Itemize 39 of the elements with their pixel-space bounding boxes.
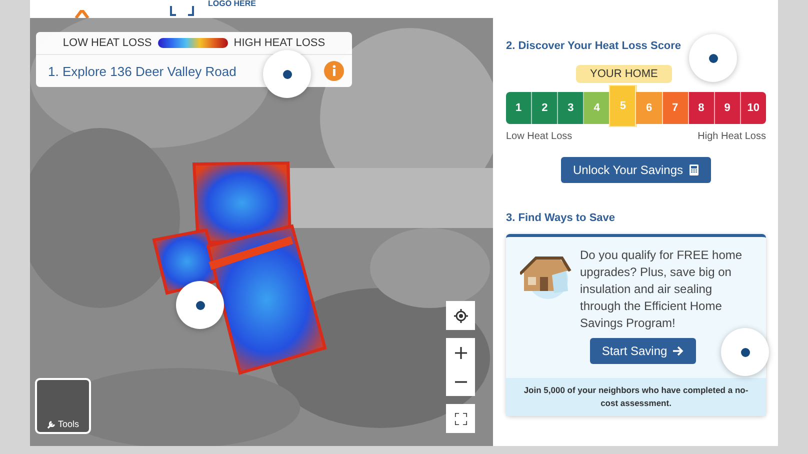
arrow-right-icon [673,346,684,356]
explore-address-title: 1. Explore 136 Deer Valley Road [48,64,236,78]
start-saving-button[interactable]: Start Saving [590,338,696,364]
minus-icon [454,380,466,382]
neighbors-note: Join 5,000 of your neighbors who have completed a no-cost assessment. [506,378,766,416]
low-heat-loss-label: Low Heat Loss [506,131,572,142]
logo-text: LOGO HERE [208,0,256,10]
wrench-icon [46,420,56,429]
heat-gradient-bar [158,38,228,48]
unlock-savings-button[interactable]: Unlock Your Savings [560,157,712,183]
score-segment: 8 [688,92,715,124]
score-segment: 6 [636,92,663,124]
fullscreen-button[interactable] [446,404,475,433]
calculator-icon [689,164,700,176]
save-heading: 3. Find Ways to Save [506,212,616,224]
zoom-in-button[interactable] [446,338,475,367]
tools-button[interactable]: Tools [35,378,91,434]
locate-button[interactable] [446,301,475,330]
score-segment: 10 [740,92,766,124]
score-heading: 2. Discover Your Heat Loss Score [506,40,682,52]
score-segment: 7 [662,92,689,124]
crosshair-icon [454,308,468,322]
legend-high-label: HIGH HEAT LOSS [234,37,326,49]
logo-frame-icon [170,6,194,16]
touch-indicator [689,34,737,82]
zoom-out-button[interactable] [446,367,475,396]
score-segment: 5 [610,86,636,126]
fullscreen-icon [454,412,466,424]
legend-low-label: LOW HEAT LOSS [62,37,152,49]
savings-description: Do you qualify for FREE home upgrades? Plus, save big on insulation and air sealing through the Efficient Home Savings Program! [580,247,744,332]
plus-icon [454,346,466,358]
your-home-badge: YOUR HOME [576,65,672,83]
high-heat-loss-label: High Heat Loss [698,131,766,142]
score-segment: 3 [558,92,584,124]
score-segment: 1 [506,92,532,124]
score-segment: 2 [532,92,558,124]
score-segment: 4 [584,92,610,124]
info-icon[interactable] [324,61,344,81]
score-segment: 9 [714,92,741,124]
